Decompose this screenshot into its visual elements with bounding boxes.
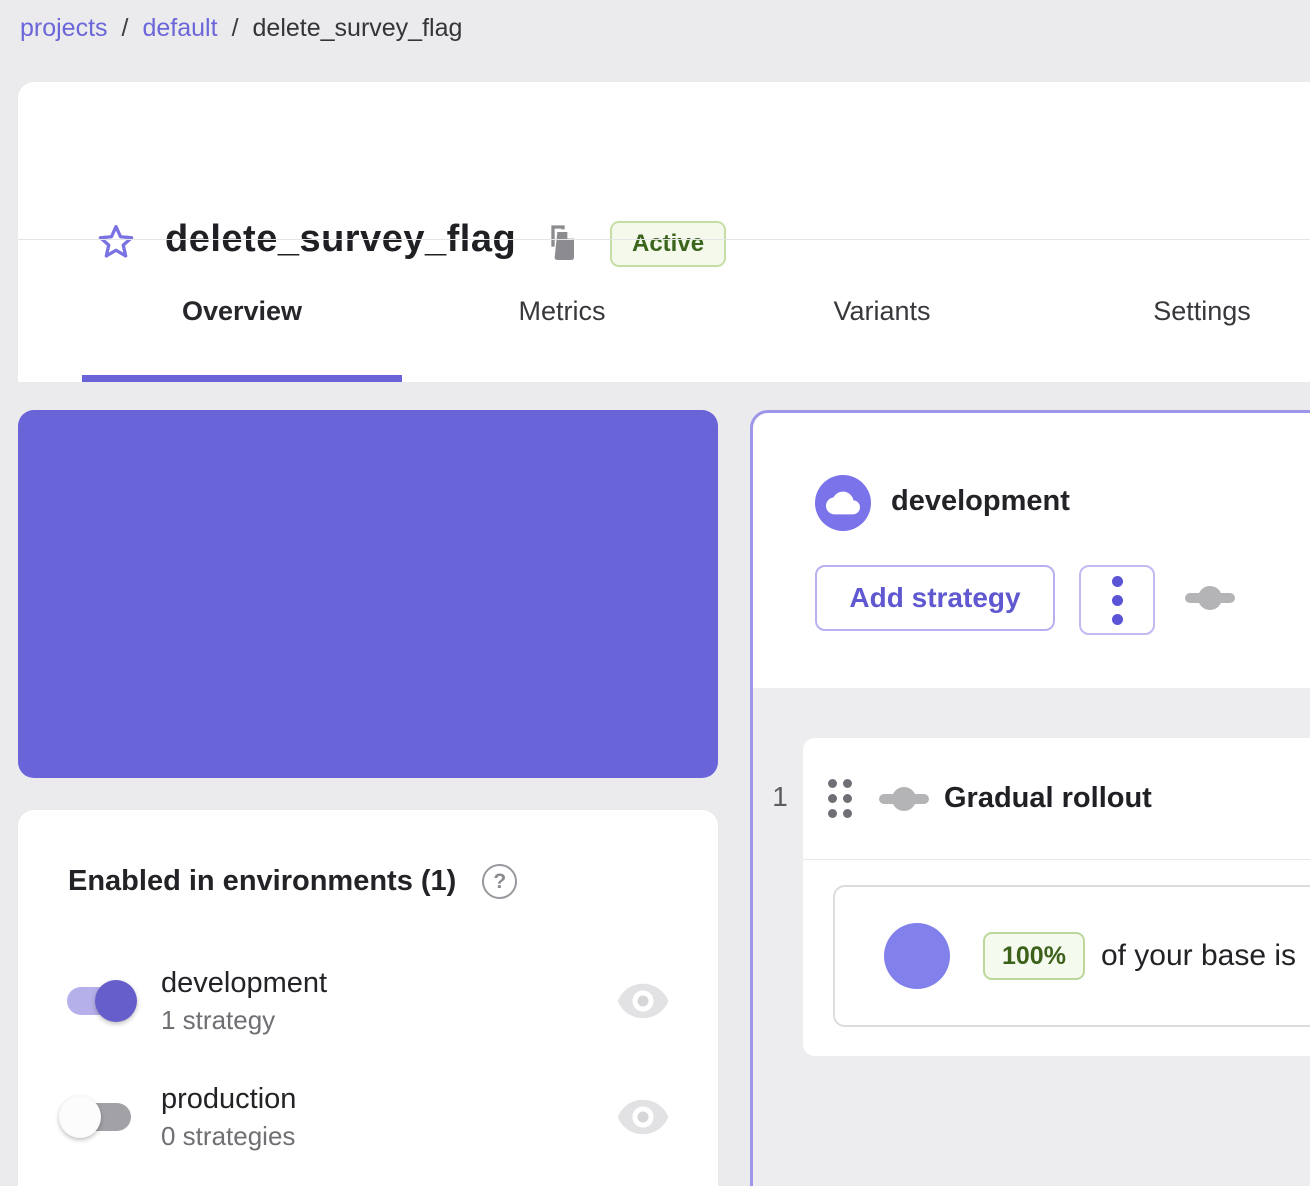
development-toggle-switch[interactable] [67, 987, 131, 1015]
drag-handle-icon[interactable] [828, 779, 852, 818]
page: projects / default / delete_survey_flag … [0, 0, 1310, 1186]
environment-row-text: production 0 strategies [161, 1083, 296, 1152]
environment-name: production [161, 1083, 296, 1116]
active-tab-indicator [82, 375, 402, 382]
breadcrumb-separator: / [232, 14, 239, 43]
environments-card: Enabled in environments (1) ? developmen… [18, 810, 718, 1186]
kebab-menu-button[interactable] [1079, 565, 1155, 635]
toggle-thumb [59, 1096, 101, 1138]
strategy-body: 100% of your base is [803, 860, 1310, 1055]
add-strategy-button[interactable]: Add strategy [815, 565, 1055, 631]
rollout-description-text: of your base is [1101, 939, 1296, 973]
environment-panel-development: development Add strategy 1 Gradual rollo… [750, 410, 1310, 1186]
breadcrumb-link-projects[interactable]: projects [20, 14, 108, 43]
flag-title-row: delete_survey_flag Active [18, 82, 1310, 239]
environment-avatar [815, 475, 871, 531]
strategy-header: Gradual rollout [803, 738, 1310, 860]
toggle-type-card: Release toggle Project: default No descr… [18, 410, 718, 778]
breadcrumb: projects / default / delete_survey_flag [20, 14, 462, 43]
strategy-index: 1 [763, 781, 797, 813]
environment-strategy-count: 1 strategy [161, 1005, 327, 1036]
tab-metrics[interactable]: Metrics [402, 240, 722, 382]
eye-icon[interactable] [615, 978, 671, 1024]
rollout-slider-icon [1185, 585, 1235, 611]
tab-settings[interactable]: Settings [1042, 240, 1310, 382]
rollout-circle [884, 923, 950, 989]
rollout-summary-box: 100% of your base is [833, 885, 1310, 1027]
breadcrumb-separator: / [122, 14, 129, 43]
tab-bar: Overview Metrics Variants Settings [18, 240, 1310, 382]
flag-header-card: delete_survey_flag Active Overview Metri… [18, 82, 1310, 382]
strategy-card-gradual-rollout: Gradual rollout 100% of your base is [803, 738, 1310, 1056]
environments-heading-row: Enabled in environments (1) ? [68, 864, 517, 899]
cloud-icon [826, 486, 860, 520]
rollout-slider-icon [879, 786, 929, 812]
environment-panel-header: development Add strategy [753, 413, 1310, 688]
rollout-percentage-badge: 100% [983, 932, 1085, 980]
eye-icon[interactable] [615, 1094, 671, 1140]
tab-variants[interactable]: Variants [722, 240, 1042, 382]
production-toggle-switch[interactable] [67, 1103, 131, 1131]
breadcrumb-current: delete_survey_flag [253, 14, 463, 43]
environment-strategy-count: 0 strategies [161, 1121, 296, 1152]
environments-heading: Enabled in environments (1) [68, 865, 456, 898]
environment-panel-name: development [891, 485, 1070, 518]
toggle-thumb [95, 980, 137, 1022]
strategy-name: Gradual rollout [944, 782, 1152, 815]
environment-name: development [161, 967, 327, 1000]
environment-row-development: development 1 strategy [18, 945, 718, 1057]
environment-row-text: development 1 strategy [161, 967, 327, 1036]
help-icon[interactable]: ? [482, 864, 517, 899]
tab-overview[interactable]: Overview [82, 240, 402, 382]
breadcrumb-link-default[interactable]: default [143, 14, 218, 43]
environment-row-production: production 0 strategies [18, 1061, 718, 1173]
